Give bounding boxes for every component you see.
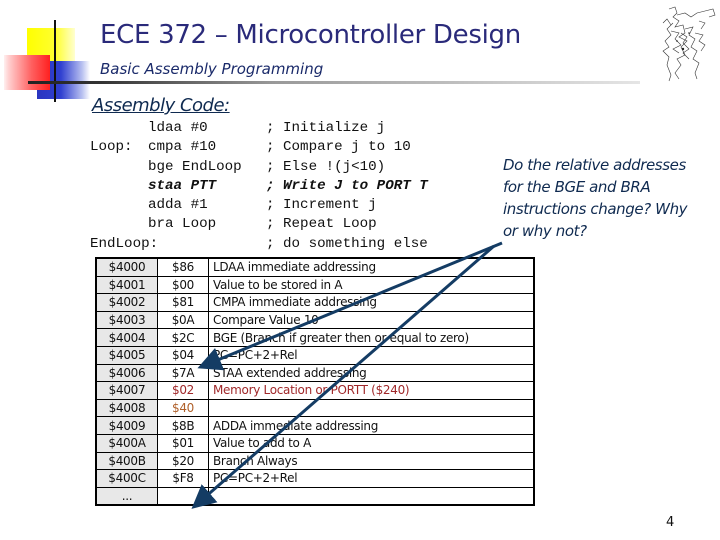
value-cell: $01 bbox=[157, 433, 209, 453]
code-line-emphasized: staa PTT ; Write J to PORT T bbox=[90, 177, 428, 196]
table-row: $400C $F8 PC=PC+2+Rel bbox=[95, 469, 535, 488]
code-line: adda #1 ; Increment j bbox=[90, 196, 428, 215]
description-cell: CMPA immediate addressing bbox=[208, 293, 535, 312]
address-cell: $400C bbox=[95, 469, 158, 488]
address-cell: $4008 bbox=[95, 398, 158, 418]
address-cell: $4009 bbox=[95, 416, 158, 435]
table-row: $4002 $81 CMPA immediate addressing bbox=[95, 293, 535, 312]
address-cell: ... bbox=[95, 486, 158, 506]
value-cell: $04 bbox=[157, 345, 209, 365]
code-line: bra Loop ; Repeat Loop bbox=[90, 215, 428, 234]
value-cell: $00 bbox=[157, 275, 209, 295]
address-cell: $4007 bbox=[95, 381, 158, 400]
code-instruction: bra Loop bbox=[148, 216, 217, 233]
table-row: $400A $01 Value to add to A bbox=[95, 433, 535, 453]
value-cell: $2C bbox=[157, 328, 209, 347]
slide-subtitle: Basic Assembly Programming bbox=[100, 60, 324, 78]
code-comment: ; Initialize j bbox=[266, 120, 386, 136]
description-cell: Branch Always bbox=[208, 451, 535, 471]
memory-table: $4000 $86 LDAA immediate addressing $4001 $0… bbox=[95, 257, 535, 507]
description-cell bbox=[208, 398, 535, 418]
address-cell: $4003 bbox=[95, 310, 158, 330]
code-instruction: ldaa #0 bbox=[148, 120, 208, 136]
address-cell: $4004 bbox=[95, 328, 158, 347]
code-line: Loop: cmpa #10 ; Compare j to 10 bbox=[90, 138, 428, 157]
code-comment: ; Repeat Loop bbox=[266, 216, 377, 233]
address-cell: $4000 bbox=[95, 257, 158, 277]
code-label: EndLoop: bbox=[90, 235, 159, 252]
code-comment: ; Compare j to 10 bbox=[266, 139, 411, 156]
table-row: $4008 $40 bbox=[95, 398, 535, 418]
address-cell: $4001 bbox=[95, 275, 158, 295]
code-comment: ; Else !(j<10) bbox=[266, 158, 386, 175]
question-text: Do the relative addresses for the BGE an… bbox=[503, 156, 688, 240]
description-cell: Value to be stored in A bbox=[208, 275, 535, 295]
value-cell: $40 bbox=[157, 398, 209, 418]
slide-title: ECE 372 – Microcontroller Design bbox=[100, 20, 521, 50]
code-comment: ; Increment j bbox=[266, 197, 377, 214]
address-cell: $4005 bbox=[95, 345, 158, 365]
value-cell: $02 bbox=[157, 381, 209, 400]
description-cell: LDAA immediate addressing bbox=[208, 257, 535, 277]
table-row: $4009 $8B ADDA immediate addressing bbox=[95, 416, 535, 435]
value-cell: $F8 bbox=[157, 469, 209, 488]
assembly-code-block: ldaa #0 ; Initialize j Loop: cmpa #10 ; Com… bbox=[90, 119, 428, 254]
code-instruction: staa PTT bbox=[148, 177, 217, 194]
code-comment: ; do something else bbox=[266, 235, 428, 252]
value-cell: $8B bbox=[157, 416, 209, 435]
description-cell: Compare Value 10 bbox=[208, 310, 535, 330]
table-row: $4005 $04 PC=PC+2+Rel bbox=[95, 345, 535, 365]
code-label: Loop: bbox=[90, 139, 133, 156]
logo-vertical-line bbox=[54, 20, 56, 102]
code-line: ldaa #0 ; Initialize j bbox=[90, 119, 428, 138]
description-cell bbox=[208, 486, 535, 506]
address-cell: $400A bbox=[95, 433, 158, 453]
table-row: $400B $20 Branch Always bbox=[95, 451, 535, 471]
code-instruction: cmpa #10 bbox=[148, 139, 217, 156]
logo-red-square bbox=[4, 55, 50, 90]
value-cell: $81 bbox=[157, 293, 209, 312]
address-cell: $4002 bbox=[95, 293, 158, 312]
value-cell bbox=[157, 486, 209, 506]
code-heading: Assembly Code: bbox=[92, 95, 230, 116]
code-line: EndLoop: ; do something else bbox=[90, 235, 428, 254]
value-cell: $86 bbox=[157, 257, 209, 277]
code-comment: ; Write J to PORT T bbox=[266, 177, 428, 194]
table-row: $4004 $2C BGE (Branch if greater then or e… bbox=[95, 328, 535, 347]
title-underline bbox=[28, 81, 640, 84]
table-row: $4007 $02 Memory Location or PORTT ($240) bbox=[95, 381, 535, 400]
table-row: $4003 $0A Compare Value 10 bbox=[95, 310, 535, 330]
description-cell: BGE (Branch if greater then or equal to … bbox=[208, 328, 535, 347]
code-instruction: bge EndLoop bbox=[148, 158, 242, 175]
code-instruction: adda #1 bbox=[148, 197, 208, 214]
description-cell: Value to add to A bbox=[208, 433, 535, 453]
address-cell: $400B bbox=[95, 451, 158, 471]
page-number: 4 bbox=[666, 515, 675, 530]
description-cell: ADDA immediate addressing bbox=[208, 416, 535, 435]
description-cell: STAA extended addressing bbox=[208, 363, 535, 383]
value-cell: $20 bbox=[157, 451, 209, 471]
description-cell: Memory Location or PORTT ($240) bbox=[208, 381, 535, 400]
table-row: ... bbox=[95, 486, 535, 506]
description-cell: PC=PC+2+Rel bbox=[208, 345, 535, 365]
code-line: bge EndLoop ; Else !(j<10) bbox=[90, 158, 428, 177]
table-row: $4000 $86 LDAA immediate addressing bbox=[95, 257, 535, 277]
address-cell: $4006 bbox=[95, 363, 158, 383]
value-cell: $7A bbox=[157, 363, 209, 383]
sketch-figure-icon bbox=[662, 6, 716, 82]
description-cell: PC=PC+2+Rel bbox=[208, 469, 535, 488]
table-row: $4006 $7A STAA extended addressing bbox=[95, 363, 535, 383]
table-row: $4001 $00 Value to be stored in A bbox=[95, 275, 535, 295]
value-cell: $0A bbox=[157, 310, 209, 330]
